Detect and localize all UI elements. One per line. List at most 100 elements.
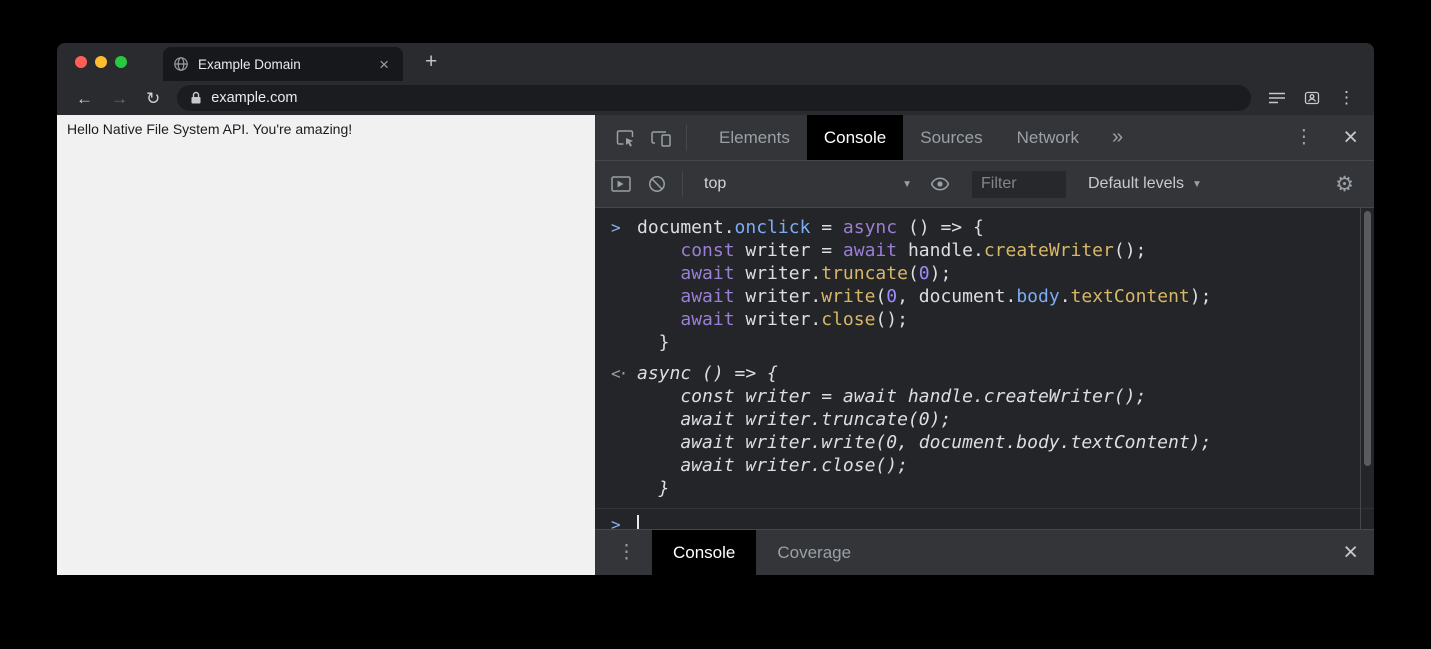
tab-close-icon[interactable]: × [375,54,393,75]
input-chevron-icon [611,239,637,262]
clear-console-icon[interactable] [639,175,675,193]
devtools-tab-elements[interactable]: Elements [702,115,807,160]
console-line: await writer.write(0, document.body.text… [611,431,1356,454]
profile-badge-icon[interactable] [1295,90,1329,106]
browser-window: Example Domain × + ← → ↻ example.com [57,43,1374,575]
lock-icon [190,91,202,105]
code-text: } [637,477,670,500]
tab-title: Example Domain [198,57,375,72]
code-text: const writer = await handle.createWriter… [637,239,1146,262]
console-line: const writer = await handle.createWriter… [611,239,1356,262]
console-line: await writer.write(0, document.body.text… [611,285,1356,308]
console-line: await writer.close(); [611,454,1356,477]
eye-icon[interactable] [922,177,958,191]
console-toolbar: top ▼ Default levels ▼ [595,161,1374,208]
drawer-tab-coverage[interactable]: Coverage [756,530,872,575]
desktop-background: Example Domain × + ← → ↻ example.com [0,0,1431,649]
code-text: await writer.close(); [637,454,908,477]
code-text: async () => { [637,362,778,385]
zoom-window-button[interactable] [115,56,127,68]
inspect-element-icon[interactable] [607,128,643,148]
code-text: await writer.truncate(0); [637,262,951,285]
console-line: await writer.truncate(0); [611,408,1356,431]
devtools-drawer: ⋮ ConsoleCoverage × [595,529,1374,575]
toolbar-separator [682,171,683,197]
console-sidebar-icon[interactable] [603,176,639,192]
console-message-input: >document.onclick = async () => { const … [611,216,1356,354]
devtools-panel: ElementsConsoleSourcesNetwork » ⋮ × [595,115,1374,575]
back-button[interactable]: ← [67,90,102,107]
more-tabs-icon[interactable]: » [1096,126,1139,149]
result-arrow-icon: <· [611,362,637,385]
settings-gear-icon[interactable]: ⚙ [1323,174,1366,195]
code-text: await writer.truncate(0); [637,408,951,431]
result-arrow-icon [611,477,637,500]
page-body-text: Hello Native File System API. You're ama… [67,121,585,137]
console-line: await writer.truncate(0); [611,262,1356,285]
console-prompt[interactable]: > [595,508,1374,529]
drawer-menu-icon[interactable]: ⋮ [595,530,652,575]
result-arrow-icon [611,454,637,477]
prompt-chevron-icon: > [611,513,637,529]
browser-menu-icon[interactable]: ⋮ [1329,88,1364,108]
forward-button[interactable]: → [102,90,137,107]
device-toolbar-icon[interactable] [643,129,679,147]
devtools-tab-console[interactable]: Console [807,115,903,160]
close-window-button[interactable] [75,56,87,68]
drawer-tab-bar: ConsoleCoverage [652,530,872,575]
context-selector-value: top [704,175,726,193]
toolbar-spacer [872,530,1327,575]
input-chevron-icon [611,285,637,308]
input-chevron-icon: > [611,216,637,239]
toolbar-separator [686,125,687,151]
browser-toolbar: ← → ↻ example.com [57,81,1374,115]
tab-strip: Example Domain × + [57,43,1374,81]
code-text: await writer.write(0, document.body.text… [637,431,1211,454]
code-text: document.onclick = async () => { [637,216,984,239]
minimize-window-button[interactable] [95,56,107,68]
code-text: } [637,331,670,354]
console-line: } [611,477,1356,500]
globe-icon [173,56,189,72]
code-text: await writer.write(0, document.body.text… [637,285,1211,308]
text-cursor [637,515,639,529]
scrollbar-thumb[interactable] [1364,211,1371,466]
new-tab-button[interactable]: + [415,50,447,74]
devtools-close-icon[interactable]: × [1327,123,1374,152]
context-selector-dropdown[interactable]: top ▼ [694,175,922,193]
console-message-result: <·async () => { const writer = await han… [611,362,1356,500]
console-scrollbar[interactable] [1360,208,1374,529]
console-line: const writer = await handle.createWriter… [611,385,1356,408]
devtools-tab-network[interactable]: Network [1000,115,1096,160]
console-line: >document.onclick = async () => { [611,216,1356,239]
chevron-down-icon: ▼ [1192,179,1202,190]
filter-input[interactable] [972,171,1066,198]
address-bar[interactable]: example.com [177,85,1251,111]
result-arrow-icon [611,431,637,454]
code-text: const writer = await handle.createWriter… [637,385,1146,408]
devtools-menu-icon[interactable]: ⋮ [1280,126,1327,149]
console-messages: >document.onclick = async () => { const … [611,216,1356,500]
reading-list-icon[interactable] [1259,91,1295,105]
devtools-tab-sources[interactable]: Sources [903,115,999,160]
result-arrow-icon [611,385,637,408]
devtools-main-toolbar: ElementsConsoleSourcesNetwork » ⋮ × [595,115,1374,161]
log-levels-dropdown[interactable]: Default levels ▼ [1088,175,1202,193]
reload-button[interactable]: ↻ [137,90,169,107]
result-arrow-icon [611,408,637,431]
devtools-tab-bar: ElementsConsoleSourcesNetwork [702,115,1096,160]
console-output[interactable]: >document.onclick = async () => { const … [595,208,1374,529]
drawer-tab-console[interactable]: Console [652,530,756,575]
drawer-close-icon[interactable]: × [1327,530,1374,575]
log-levels-value: Default levels [1088,175,1184,193]
chevron-down-icon: ▼ [902,179,912,190]
console-line: } [611,331,1356,354]
console-line: await writer.close(); [611,308,1356,331]
window-content: Hello Native File System API. You're ama… [57,115,1374,575]
console-line: <·async () => { [611,362,1356,385]
input-chevron-icon [611,331,637,354]
page-viewport: Hello Native File System API. You're ama… [57,115,595,575]
browser-tab[interactable]: Example Domain × [163,47,403,81]
code-text: await writer.close(); [637,308,908,331]
window-controls [57,56,135,68]
